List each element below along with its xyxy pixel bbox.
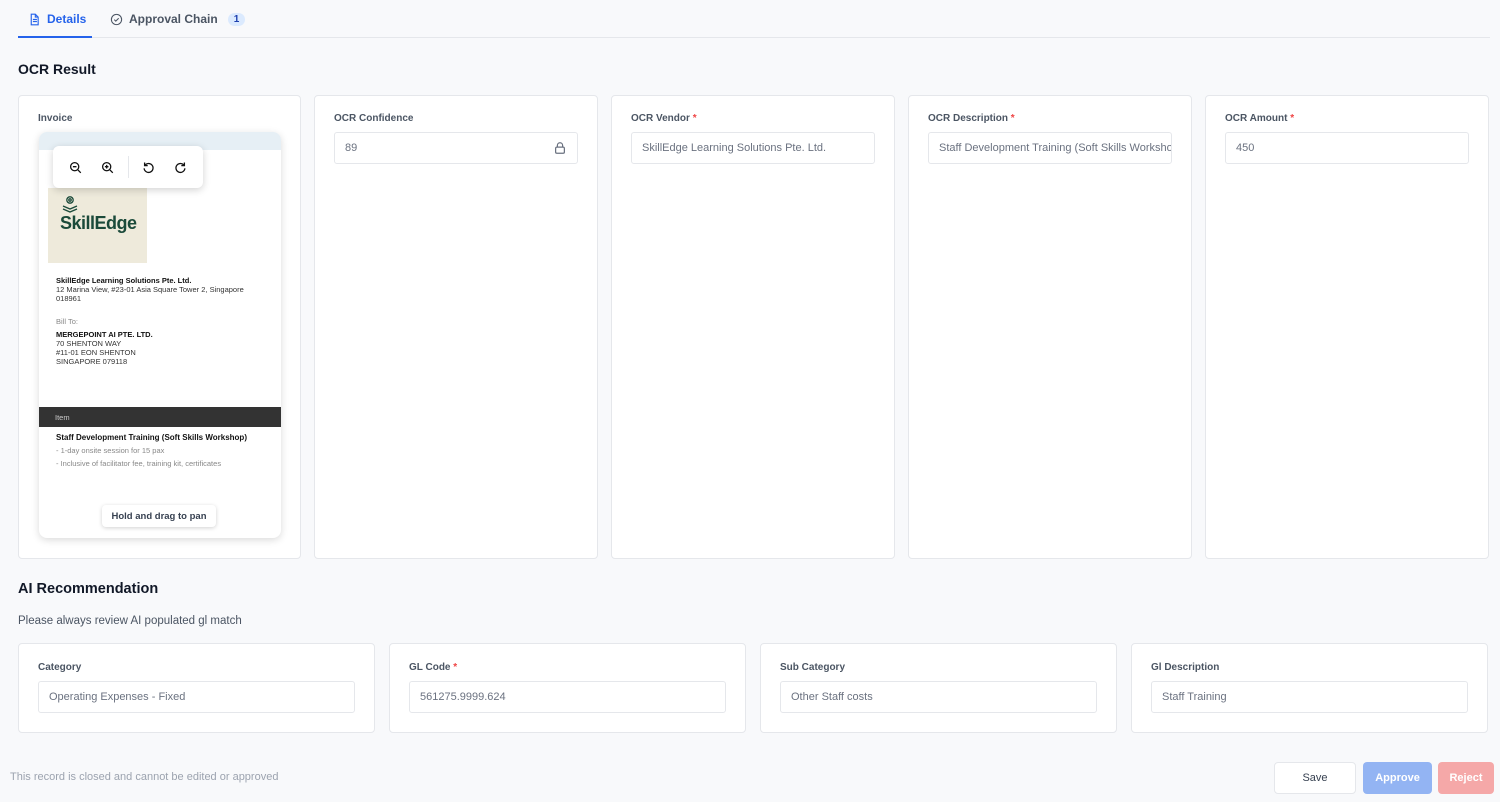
- category-label: Category: [38, 662, 82, 673]
- save-button[interactable]: Save: [1274, 762, 1356, 794]
- ocr-description-label: OCR Description *: [928, 113, 1015, 124]
- ocr-confidence-label: OCR Confidence: [334, 113, 414, 124]
- tab-bar: Details Approval Chain 1: [18, 0, 1490, 38]
- gl-code-field[interactable]: 561275.9999.624: [409, 681, 726, 713]
- rotate-left-button[interactable]: [133, 151, 163, 183]
- toolbar-divider: [127, 156, 129, 178]
- rotate-right-icon: [174, 161, 186, 173]
- ai-section-title: AI Recommendation: [18, 581, 159, 597]
- gl-description-field[interactable]: Staff Training: [1151, 681, 1468, 713]
- invoice-preview[interactable]: SkillEdge SkillEdge Learning Solutions P…: [39, 132, 281, 538]
- invoice-vendor-address-2: 018961: [56, 294, 82, 303]
- check-circle-icon: [110, 13, 123, 25]
- ocr-description-value: Staff Development Training (Soft Skills …: [939, 142, 1172, 154]
- sub-category-label: Sub Category: [780, 662, 846, 673]
- ai-subtitle: Please always review AI populated gl mat…: [18, 615, 242, 627]
- invoice-vendor-address-1: 12 Marina View, #23-01 Asia Square Tower…: [56, 285, 244, 294]
- gl-code-card: GL Code * 561275.9999.624: [389, 643, 746, 733]
- invoice-card: Invoice SkillEdge SkillEdge Learning Sol…: [18, 95, 301, 559]
- rotate-right-button[interactable]: [165, 151, 195, 183]
- invoice-item-line-1: - 1-day onsite session for 15 pax: [56, 446, 165, 455]
- closed-record-note: This record is closed and cannot be edit…: [10, 771, 279, 783]
- gl-description-value: Staff Training: [1162, 691, 1227, 703]
- ocr-amount-label: OCR Amount *: [1225, 113, 1295, 124]
- zoom-toolbar: [53, 146, 203, 188]
- sub-category-field[interactable]: Other Staff costs: [780, 681, 1097, 713]
- gl-code-value: 561275.9999.624: [420, 691, 506, 703]
- category-card: Category Operating Expenses - Fixed: [18, 643, 375, 733]
- category-field[interactable]: Operating Expenses - Fixed: [38, 681, 355, 713]
- ocr-vendor-value: SkillEdge Learning Solutions Pte. Ltd.: [642, 142, 827, 154]
- approval-count-badge: 1: [227, 12, 246, 26]
- ocr-confidence-card: OCR Confidence 89: [314, 95, 598, 559]
- gl-description-card: Gl Description Staff Training: [1131, 643, 1488, 733]
- approve-button[interactable]: Approve: [1363, 762, 1432, 794]
- tab-approval-chain-label: Approval Chain: [129, 12, 218, 26]
- ocr-confidence-field: 89: [334, 132, 578, 164]
- ocr-description-card: OCR Description * Staff Development Trai…: [908, 95, 1192, 559]
- invoice-item-title: Staff Development Training (Soft Skills …: [56, 433, 247, 442]
- gl-description-label: Gl Description: [1151, 662, 1220, 673]
- tab-details-label: Details: [47, 12, 87, 26]
- sub-category-value: Other Staff costs: [791, 691, 873, 703]
- document-icon: [30, 13, 39, 25]
- tab-details[interactable]: Details: [28, 12, 86, 26]
- ocr-amount-card: OCR Amount * 450: [1205, 95, 1489, 559]
- sub-category-card: Sub Category Other Staff costs: [760, 643, 1117, 733]
- footer-bar: This record is closed and cannot be edit…: [0, 750, 1500, 802]
- ocr-vendor-label: OCR Vendor *: [631, 113, 697, 124]
- logo-text: SkillEdge: [60, 213, 137, 233]
- ocr-amount-value: 450: [1236, 142, 1255, 154]
- reject-button[interactable]: Reject: [1438, 762, 1494, 794]
- pan-hint: Hold and drag to pan: [102, 505, 216, 527]
- zoom-out-button[interactable]: [61, 151, 91, 183]
- zoom-in-button[interactable]: [93, 151, 123, 183]
- zoom-out-icon: [70, 161, 82, 173]
- invoice-item-line-2: - Inclusive of facilitator fee, training…: [56, 459, 222, 468]
- zoom-in-icon: [102, 161, 114, 173]
- invoice-bill-to-address-3: SINGAPORE 079118: [56, 357, 128, 366]
- invoice-bill-to-label: Bill To:: [56, 317, 78, 326]
- invoice-label: Invoice: [38, 113, 73, 124]
- ocr-description-field[interactable]: Staff Development Training (Soft Skills …: [928, 132, 1172, 164]
- invoice-item-header: Item: [39, 407, 281, 427]
- ocr-section-title: OCR Result: [18, 61, 96, 77]
- ocr-amount-field[interactable]: 450: [1225, 132, 1469, 164]
- vendor-logo: SkillEdge: [48, 188, 147, 263]
- logo-mark-icon: [62, 196, 78, 213]
- tab-approval-chain[interactable]: Approval Chain 1: [110, 12, 246, 26]
- ocr-vendor-card: OCR Vendor * SkillEdge Learning Solution…: [611, 95, 895, 559]
- ocr-vendor-field[interactable]: SkillEdge Learning Solutions Pte. Ltd.: [631, 132, 875, 164]
- active-tab-indicator: [18, 36, 92, 38]
- rotate-left-icon: [143, 161, 154, 173]
- category-value: Operating Expenses - Fixed: [49, 691, 186, 703]
- lock-icon: [555, 142, 565, 154]
- ocr-confidence-value: 89: [345, 142, 358, 154]
- gl-code-label: GL Code *: [409, 662, 458, 673]
